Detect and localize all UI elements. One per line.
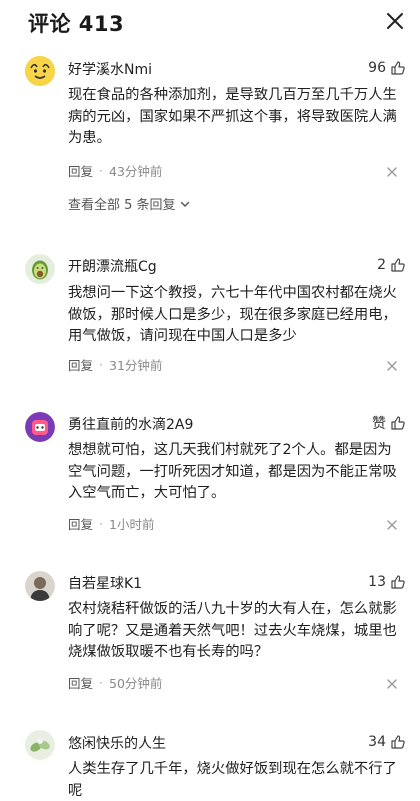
comment-username[interactable]: 悠闲快乐的人生 — [68, 733, 166, 753]
comment-time: 50分钟前 — [109, 676, 163, 691]
close-icon[interactable] — [384, 10, 406, 32]
avatar[interactable] — [25, 412, 55, 442]
comment-meta: 回复 · 50分钟前 — [68, 673, 163, 692]
comment-text: 农村烧秸秆做饭的活八九十岁的大有人在，怎么就影响了呢？又是通着天然气吧！过去火车… — [68, 601, 397, 660]
like-count: 13 — [368, 574, 386, 590]
avatar[interactable] — [25, 571, 55, 601]
reply-button[interactable]: 回复 — [68, 514, 93, 533]
reply-button[interactable]: 回复 — [68, 673, 93, 692]
page-title: 评论 413 — [28, 12, 125, 36]
reply-button[interactable]: 回复 — [68, 355, 93, 374]
comments-header: 评论 413 — [0, 0, 420, 46]
comment-text: 现在食品的各种添加剂，是导致几百万至几千万人生病的元凶，国家如果不严抓这个事，将… — [68, 87, 397, 146]
comment-time: 1小时前 — [109, 517, 155, 532]
like-count: 34 — [368, 734, 386, 750]
comment-username[interactable]: 勇往直前的水滴2A9 — [68, 414, 193, 434]
thumbs-up-icon — [391, 61, 405, 75]
more-options-icon[interactable] — [386, 163, 398, 177]
thumbs-up-icon — [391, 735, 405, 749]
thumbs-up-icon — [391, 258, 405, 272]
like-count: 2 — [377, 257, 386, 273]
avatar[interactable] — [25, 254, 55, 284]
like-button[interactable]: 赞 — [372, 413, 406, 433]
comment-time: 43分钟前 — [109, 164, 163, 179]
comment-text: 我想问一下这个教授，六七十年代中国农村都在烧火做饭，那时候人口是多少，现在很多家… — [68, 285, 397, 344]
view-all-replies-button[interactable]: 查看全部 5 条回复 — [68, 194, 191, 213]
comment-meta: 回复 · 31分钟前 — [68, 355, 163, 374]
like-button[interactable]: 13 — [368, 572, 406, 592]
reply-button[interactable]: 回复 — [68, 161, 93, 180]
more-options-icon[interactable] — [386, 516, 398, 530]
comment-meta: 回复 · 43分钟前 — [68, 161, 163, 180]
thumbs-up-icon — [391, 575, 405, 589]
comment-username[interactable]: 好学溪水Nmi — [68, 59, 152, 79]
more-options-icon[interactable] — [386, 357, 398, 371]
avatar[interactable] — [25, 730, 55, 760]
like-count: 96 — [368, 60, 386, 76]
comment-meta: 回复 · 1小时前 — [68, 514, 155, 533]
like-button[interactable]: 2 — [377, 255, 406, 275]
thumbs-up-icon — [391, 416, 405, 430]
comment-username[interactable]: 开朗漂流瓶Cg — [68, 256, 157, 276]
chevron-down-icon — [180, 201, 189, 207]
comment-username[interactable]: 自若星球K1 — [68, 573, 142, 593]
comment-text: 想想就可怕，这几天我们村就死了2个人。都是因为空气问题，一打听死因才知道，都是因… — [68, 442, 397, 501]
like-count: 赞 — [372, 416, 386, 432]
like-button[interactable]: 96 — [368, 58, 406, 78]
view-all-replies-label: 查看全部 5 条回复 — [68, 198, 176, 213]
comment-text: 人类生存了几千年，烧火做好饭到现在怎么就不行了呢 — [68, 761, 397, 799]
more-options-icon[interactable] — [386, 675, 398, 689]
avatar[interactable] — [25, 56, 55, 86]
like-button[interactable]: 34 — [368, 732, 406, 752]
comment-time: 31分钟前 — [109, 358, 163, 373]
